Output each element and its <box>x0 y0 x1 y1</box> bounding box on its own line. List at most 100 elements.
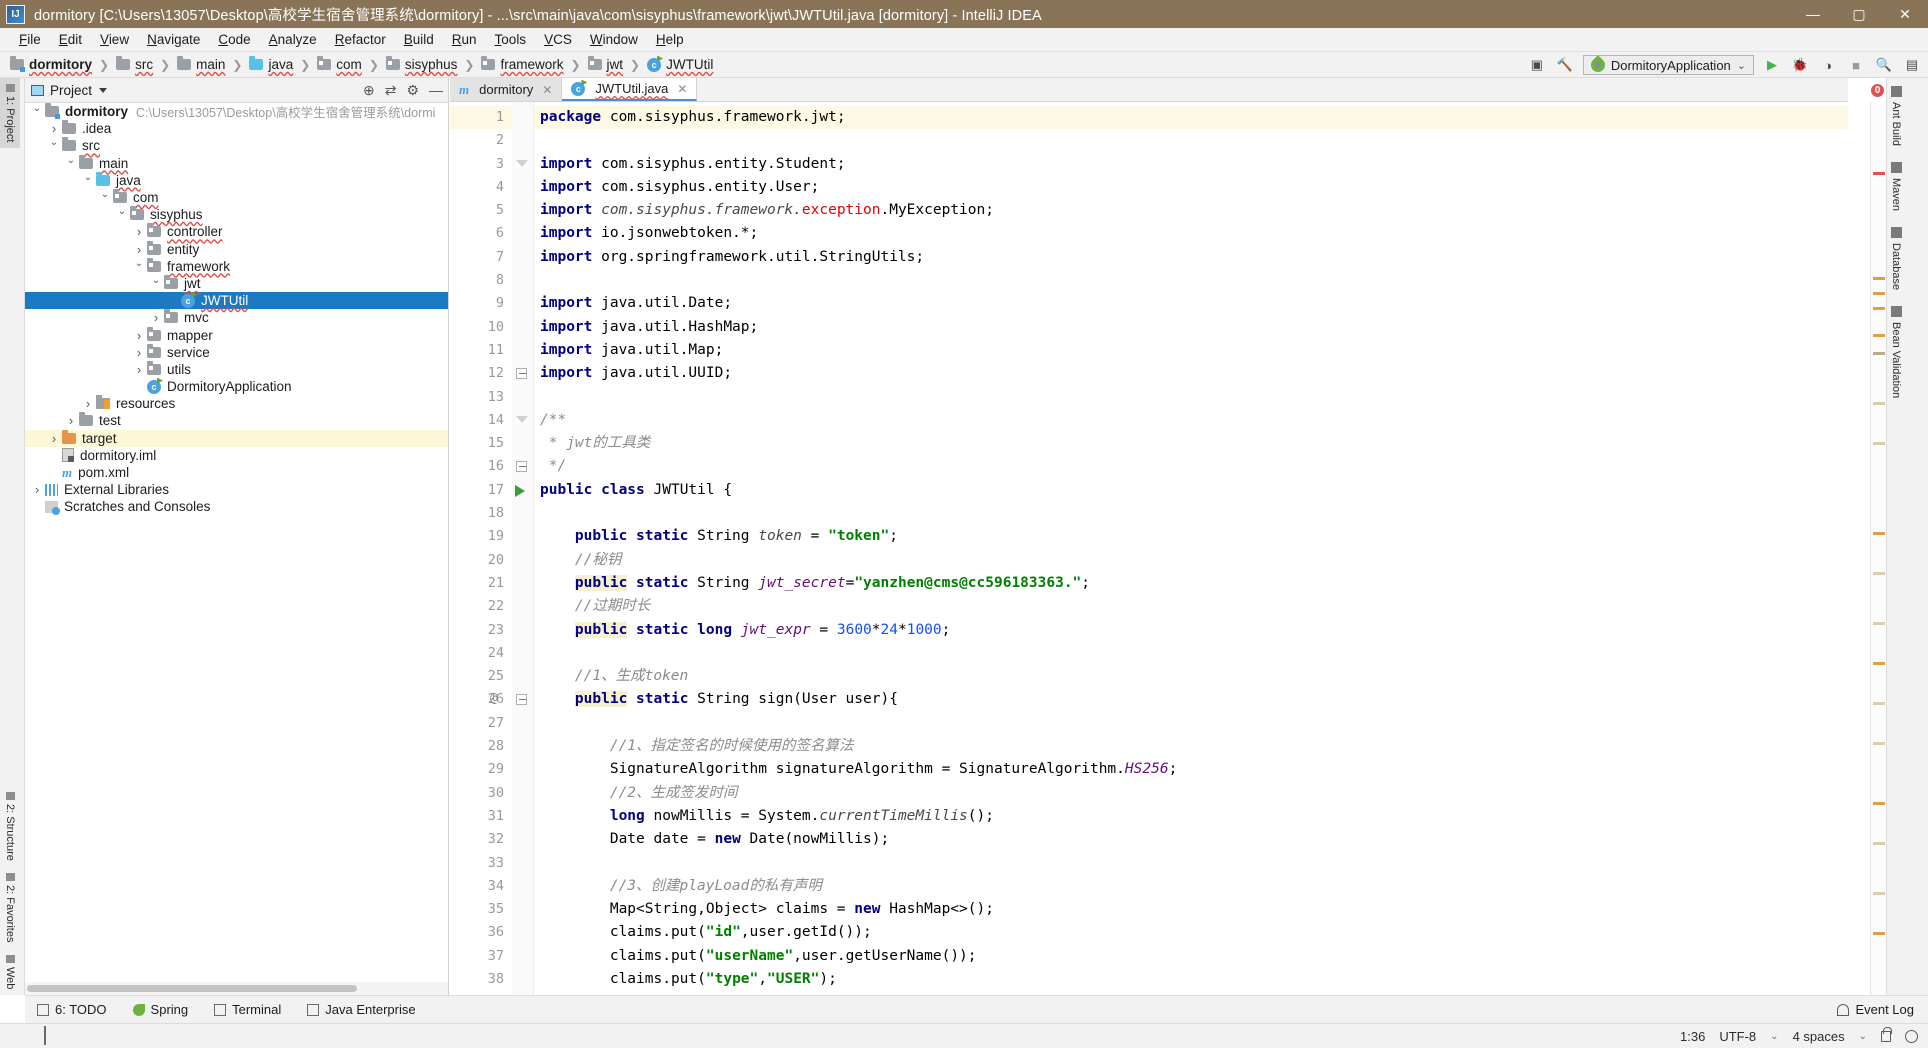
code-line[interactable]: //过期时长 <box>534 595 1848 618</box>
project-tree[interactable]: dormitory C:\Users\13057\Desktop\高校学生宿舍管理… <box>25 103 448 981</box>
sidebar-tab-web[interactable]: Web <box>0 949 20 995</box>
sidebar-tab-structure[interactable]: 2: Structure <box>0 786 20 867</box>
project-horizontal-scrollbar[interactable] <box>25 982 448 995</box>
code-line[interactable]: import io.jsonwebtoken.*; <box>534 222 1848 245</box>
fold-row[interactable] <box>512 642 533 665</box>
menu-item-tools[interactable]: Tools <box>486 30 536 49</box>
tree-node-sisyphus[interactable]: sisyphus <box>25 206 448 223</box>
maximize-button[interactable]: ▢ <box>1836 0 1882 28</box>
code-line[interactable]: import java.util.Map; <box>534 339 1848 362</box>
error-marker[interactable] <box>1873 442 1885 445</box>
hammer-icon[interactable]: 🔨 <box>1555 55 1575 75</box>
build-icon[interactable]: ▣ <box>1527 55 1547 75</box>
chevron-down-icon[interactable] <box>29 106 45 117</box>
tree-node-resources[interactable]: resources <box>25 395 448 412</box>
fold-row[interactable] <box>512 386 533 409</box>
chevron-right-icon[interactable] <box>80 396 96 411</box>
error-marker[interactable] <box>1873 892 1885 895</box>
fold-row[interactable] <box>512 875 533 898</box>
lock-icon[interactable] <box>1881 1026 1892 1042</box>
code-line[interactable]: //秘钥 <box>534 549 1848 572</box>
fold-row[interactable] <box>512 549 533 572</box>
collapse-all-icon[interactable]: ⇄ <box>385 82 397 99</box>
fold-method-icon[interactable] <box>516 694 527 706</box>
fold-collapse-icon[interactable] <box>516 415 528 423</box>
code-line[interactable]: //3、创建playLoad的私有声明 <box>534 875 1848 898</box>
tool-window-6--todo[interactable]: 6: TODO <box>37 1002 107 1017</box>
code-line[interactable]: public static String sign(User user){ <box>534 688 1848 711</box>
chevron-down-icon[interactable] <box>46 140 62 151</box>
tree-node-pom-xml[interactable]: m pom.xml <box>25 464 448 481</box>
tree-node-mvc[interactable]: mvc <box>25 309 448 326</box>
fold-row[interactable] <box>512 339 533 362</box>
fold-row[interactable]: @ <box>490 688 533 711</box>
chevron-down-icon[interactable] <box>97 192 113 203</box>
breadcrumb-item-com[interactable]: com <box>315 56 364 73</box>
chevron-right-icon[interactable] <box>131 242 147 257</box>
error-count-badge[interactable]: 0 <box>1871 84 1884 97</box>
error-marker[interactable] <box>1873 742 1885 745</box>
right-tab-maven[interactable]: Maven <box>1887 154 1905 219</box>
code-line[interactable]: public static String token = "token"; <box>534 525 1848 548</box>
fold-row[interactable] <box>512 595 533 618</box>
code-line[interactable] <box>534 386 1848 409</box>
chevron-right-icon[interactable] <box>131 328 147 343</box>
chevron-right-icon[interactable] <box>148 310 164 325</box>
breadcrumb-item-dormitory[interactable]: dormitory <box>8 56 94 73</box>
fold-row[interactable] <box>512 246 533 269</box>
code-line[interactable]: public static String jwt_secret="yanzhen… <box>534 572 1848 595</box>
breadcrumb-item-sisyphus[interactable]: sisyphus <box>384 56 460 73</box>
tool-window-spring[interactable]: Spring <box>132 1002 188 1017</box>
menu-item-refactor[interactable]: Refactor <box>326 30 395 49</box>
code-line[interactable]: Date date = new Date(nowMillis); <box>534 828 1848 851</box>
close-icon[interactable]: ✕ <box>677 82 687 96</box>
tree-node-java[interactable]: java <box>25 171 448 189</box>
code-content[interactable]: package com.sisyphus.framework.jwt; impo… <box>534 102 1848 995</box>
error-marker[interactable] <box>1873 352 1885 355</box>
code-line[interactable] <box>534 129 1848 152</box>
fold-row[interactable] <box>512 735 533 758</box>
hide-icon[interactable]: — <box>429 82 443 98</box>
tree-node-service[interactable]: service <box>25 343 448 361</box>
fold-row[interactable] <box>512 153 533 176</box>
error-marker-strip[interactable] <box>1870 102 1886 995</box>
code-line[interactable]: Map<String,Object> claims = new HashMap<… <box>534 898 1848 921</box>
menu-item-file[interactable]: File <box>10 30 50 49</box>
locate-icon[interactable]: ⊕ <box>363 82 375 99</box>
fold-row[interactable] <box>512 945 533 968</box>
menu-item-navigate[interactable]: Navigate <box>138 30 209 49</box>
error-marker[interactable] <box>1873 932 1885 935</box>
code-line[interactable]: import java.util.UUID; <box>534 362 1848 385</box>
fold-row[interactable] <box>512 479 533 502</box>
tree-node-target[interactable]: target <box>25 429 448 447</box>
indent-setting[interactable]: 4 spaces <box>1793 1029 1845 1044</box>
fold-row[interactable] <box>512 199 533 222</box>
close-button[interactable]: ✕ <box>1882 0 1928 28</box>
menu-item-view[interactable]: View <box>91 30 138 49</box>
fold-row[interactable] <box>512 852 533 875</box>
chevron-down-icon[interactable] <box>99 87 108 93</box>
right-tab-database[interactable]: Database <box>1887 219 1905 298</box>
error-marker[interactable] <box>1873 334 1885 337</box>
code-line[interactable]: claims.put("id",user.getId()); <box>534 921 1848 944</box>
error-marker[interactable] <box>1873 842 1885 845</box>
fold-row[interactable] <box>512 176 533 199</box>
code-line[interactable]: long nowMillis = System.currentTimeMilli… <box>534 805 1848 828</box>
code-line[interactable]: import com.sisyphus.framework.exception.… <box>534 199 1848 222</box>
inspection-face-icon[interactable] <box>1905 1029 1918 1043</box>
run-gutter-icon[interactable] <box>515 484 525 497</box>
tree-node-jwt[interactable]: jwt <box>25 274 448 292</box>
code-line[interactable]: import java.util.Date; <box>534 292 1848 315</box>
error-marker[interactable] <box>1873 172 1885 175</box>
tool-window-java-enterprise[interactable]: Java Enterprise <box>307 1002 416 1017</box>
run-icon[interactable]: ▶ <box>1762 55 1782 75</box>
code-line[interactable]: * jwt的工具类 <box>534 432 1848 455</box>
code-line[interactable]: public class JWTUtil { <box>534 479 1848 502</box>
menu-item-window[interactable]: Window <box>581 30 647 49</box>
breadcrumb-item-src[interactable]: src <box>114 56 155 73</box>
tree-node-main[interactable]: main <box>25 154 448 172</box>
code-line[interactable] <box>534 712 1848 735</box>
chevron-right-icon[interactable] <box>63 413 79 428</box>
tree-node-external-libraries[interactable]: External Libraries <box>25 481 448 498</box>
chevron-right-icon[interactable] <box>131 224 147 239</box>
